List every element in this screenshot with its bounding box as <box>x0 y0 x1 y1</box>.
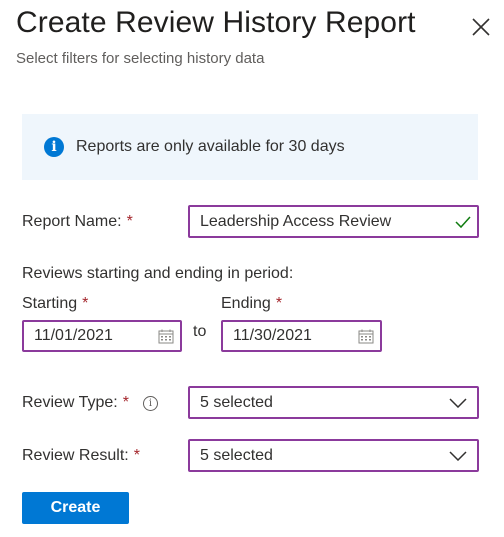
required-marker: * <box>275 295 283 312</box>
starting-label: Starting * <box>22 295 88 313</box>
review-type-dropdown[interactable]: 5 selected <box>188 386 479 419</box>
chevron-down-icon <box>439 388 477 417</box>
report-name-label-text: Report Name: <box>22 213 122 230</box>
ending-label-text: Ending <box>221 295 271 312</box>
panel-subtitle: Select filters for selecting history dat… <box>16 50 265 67</box>
review-result-label: Review Result: * <box>22 447 140 465</box>
info-icon: i <box>44 137 64 157</box>
review-type-label: Review Type: * i <box>22 394 158 412</box>
required-marker: * <box>126 213 133 230</box>
review-result-label-text: Review Result: <box>22 447 129 464</box>
review-type-value: 5 selected <box>200 393 273 411</box>
panel-title: Create Review History Report <box>16 6 416 39</box>
calendar-icon[interactable] <box>152 322 180 350</box>
calendar-icon[interactable] <box>352 322 380 350</box>
review-result-dropdown[interactable]: 5 selected <box>188 439 479 472</box>
report-name-label: Report Name: * <box>22 213 133 231</box>
required-marker: * <box>82 295 89 312</box>
close-icon[interactable] <box>470 16 492 38</box>
end-date-value: 11/30/2021 <box>233 327 312 344</box>
create-button[interactable]: Create <box>22 492 129 524</box>
period-label: Reviews starting and ending in period: <box>22 265 294 282</box>
info-banner-text: Reports are only available for 30 days <box>76 138 345 155</box>
review-result-value: 5 selected <box>200 446 273 464</box>
info-icon[interactable]: i <box>142 396 158 411</box>
required-marker: * <box>122 394 129 411</box>
ending-label: Ending * <box>221 295 282 313</box>
info-banner: i Reports are only available for 30 days <box>22 114 478 180</box>
close-button[interactable] <box>470 16 492 38</box>
review-type-label-text: Review Type: <box>22 394 118 411</box>
required-marker: * <box>133 447 140 464</box>
start-date-picker[interactable]: 11/01/2021 <box>22 320 182 352</box>
end-date-picker[interactable]: 11/30/2021 <box>221 320 382 352</box>
chevron-down-icon <box>439 441 477 470</box>
start-date-value: 11/01/2021 <box>34 327 113 344</box>
starting-label-text: Starting <box>22 295 78 312</box>
report-name-input[interactable]: Leadership Access Review <box>188 205 479 238</box>
to-label: to <box>193 323 207 340</box>
check-icon <box>449 207 477 236</box>
report-name-value: Leadership Access Review <box>200 212 392 230</box>
